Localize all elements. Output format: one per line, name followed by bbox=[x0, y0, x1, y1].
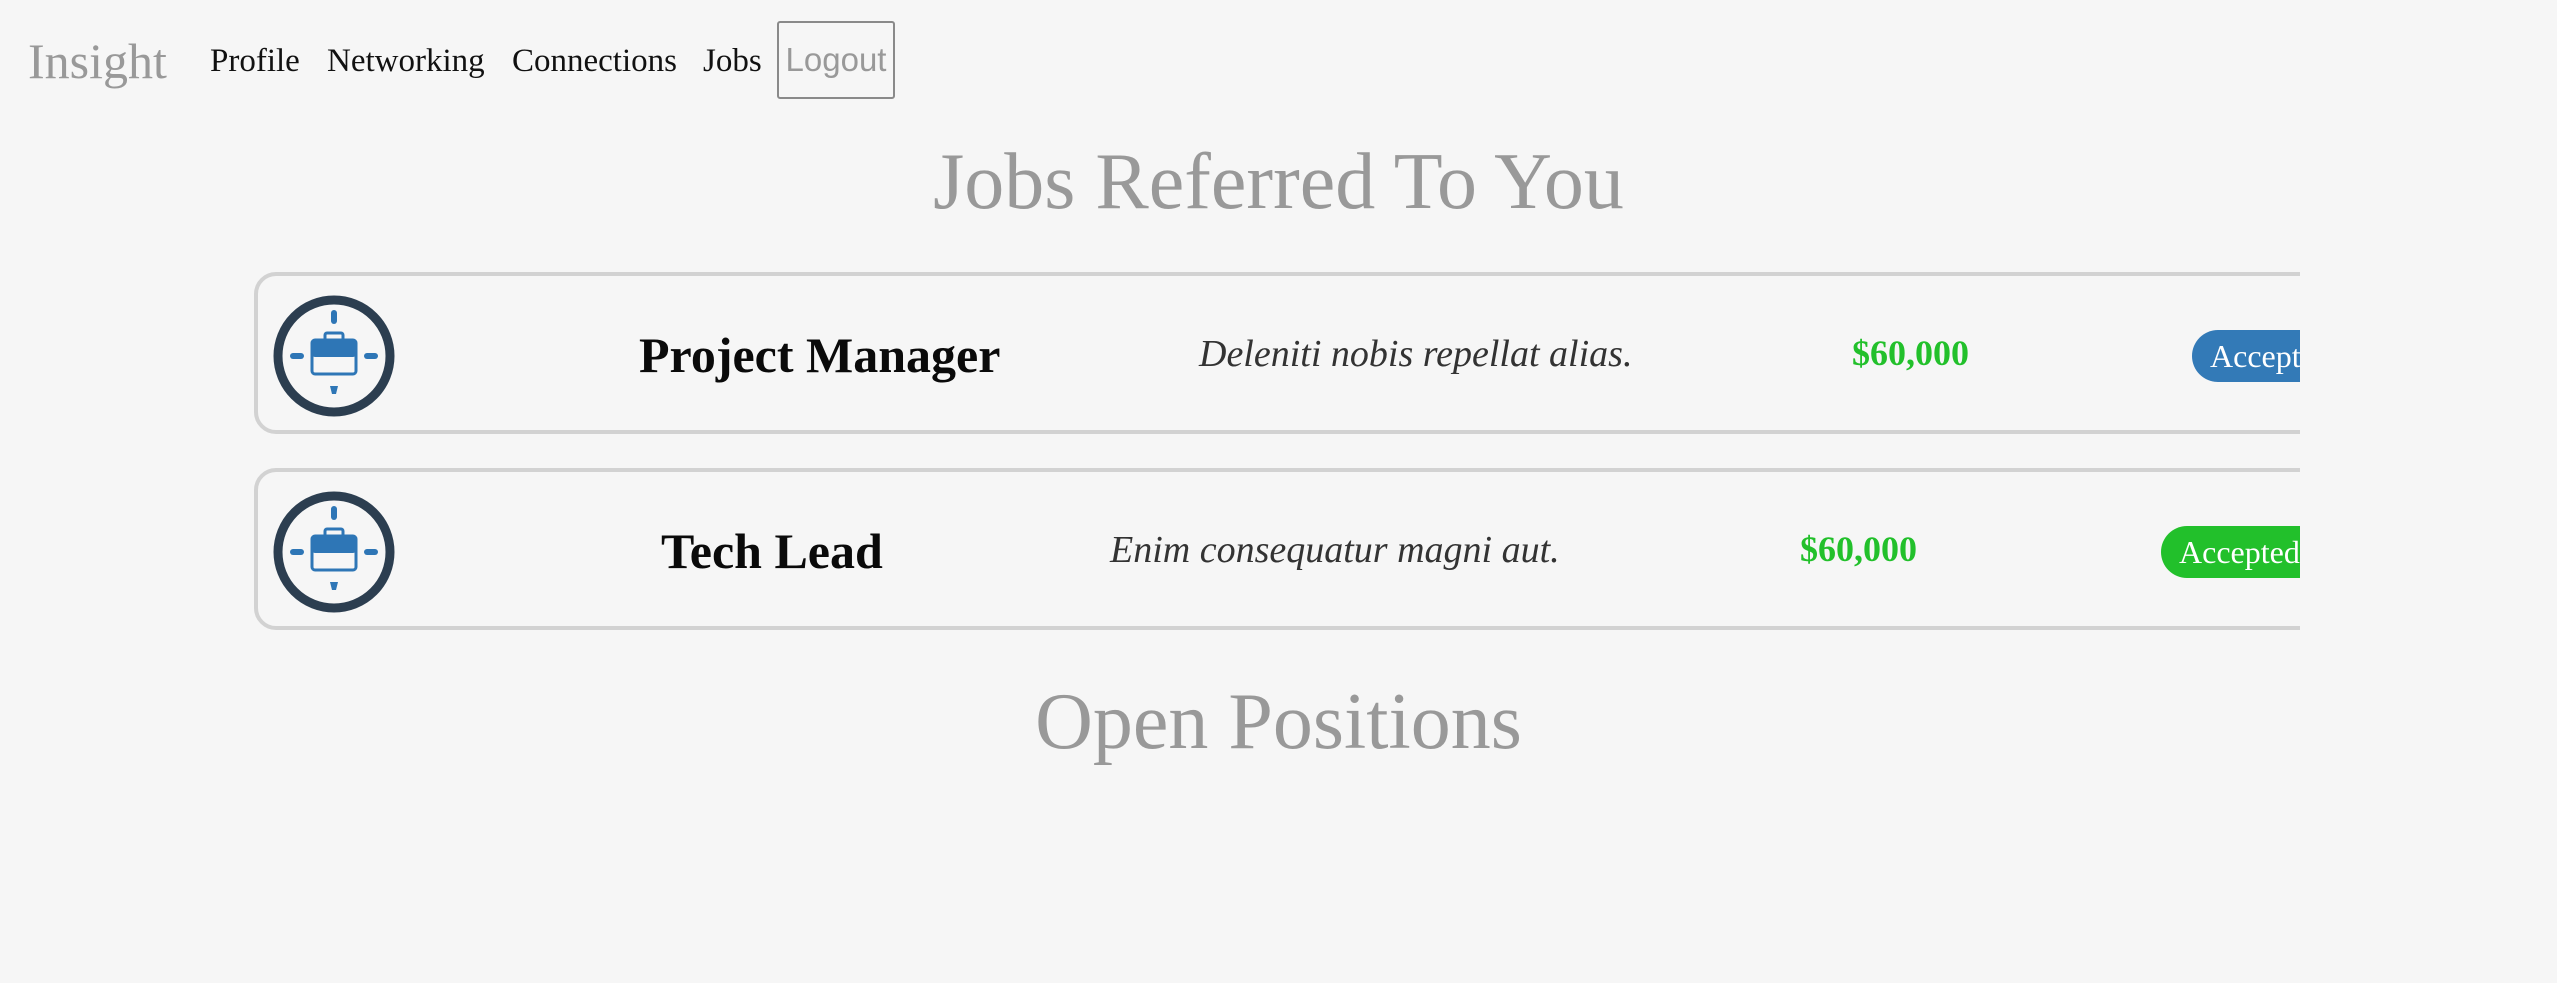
briefcase-compass-icon bbox=[273, 295, 395, 417]
referred-jobs-heading: Jobs Referred To You bbox=[933, 138, 1624, 226]
nav-link-networking[interactable]: Networking bbox=[327, 38, 485, 84]
nav-link-profile[interactable]: Profile bbox=[210, 38, 300, 84]
open-positions-heading: Open Positions bbox=[1035, 678, 1522, 766]
accepted-button[interactable]: Accepted bbox=[2161, 526, 2300, 578]
brand-logo[interactable]: Insight bbox=[28, 28, 167, 94]
top-navbar: Insight Profile Networking Connections J… bbox=[0, 0, 2557, 122]
job-title: Tech Lead bbox=[661, 523, 883, 579]
job-description: Enim consequatur magni aut. bbox=[1110, 529, 1560, 571]
briefcase-compass-icon bbox=[273, 491, 395, 613]
logout-button[interactable]: Logout bbox=[777, 21, 895, 99]
job-card: Tech Lead Enim consequatur magni aut. $6… bbox=[254, 468, 2300, 630]
nav-link-connections[interactable]: Connections bbox=[512, 38, 677, 84]
job-salary: $60,000 bbox=[1800, 529, 1917, 569]
referred-jobs-list: Project Manager Deleniti nobis repellat … bbox=[250, 268, 2300, 638]
accept-button[interactable]: Accept bbox=[2192, 330, 2300, 382]
job-title: Project Manager bbox=[639, 327, 1001, 383]
nav-link-jobs[interactable]: Jobs bbox=[703, 38, 762, 84]
job-description: Deleniti nobis repellat alias. bbox=[1199, 333, 1633, 375]
job-salary: $60,000 bbox=[1852, 333, 1969, 373]
job-card: Project Manager Deleniti nobis repellat … bbox=[254, 272, 2300, 434]
